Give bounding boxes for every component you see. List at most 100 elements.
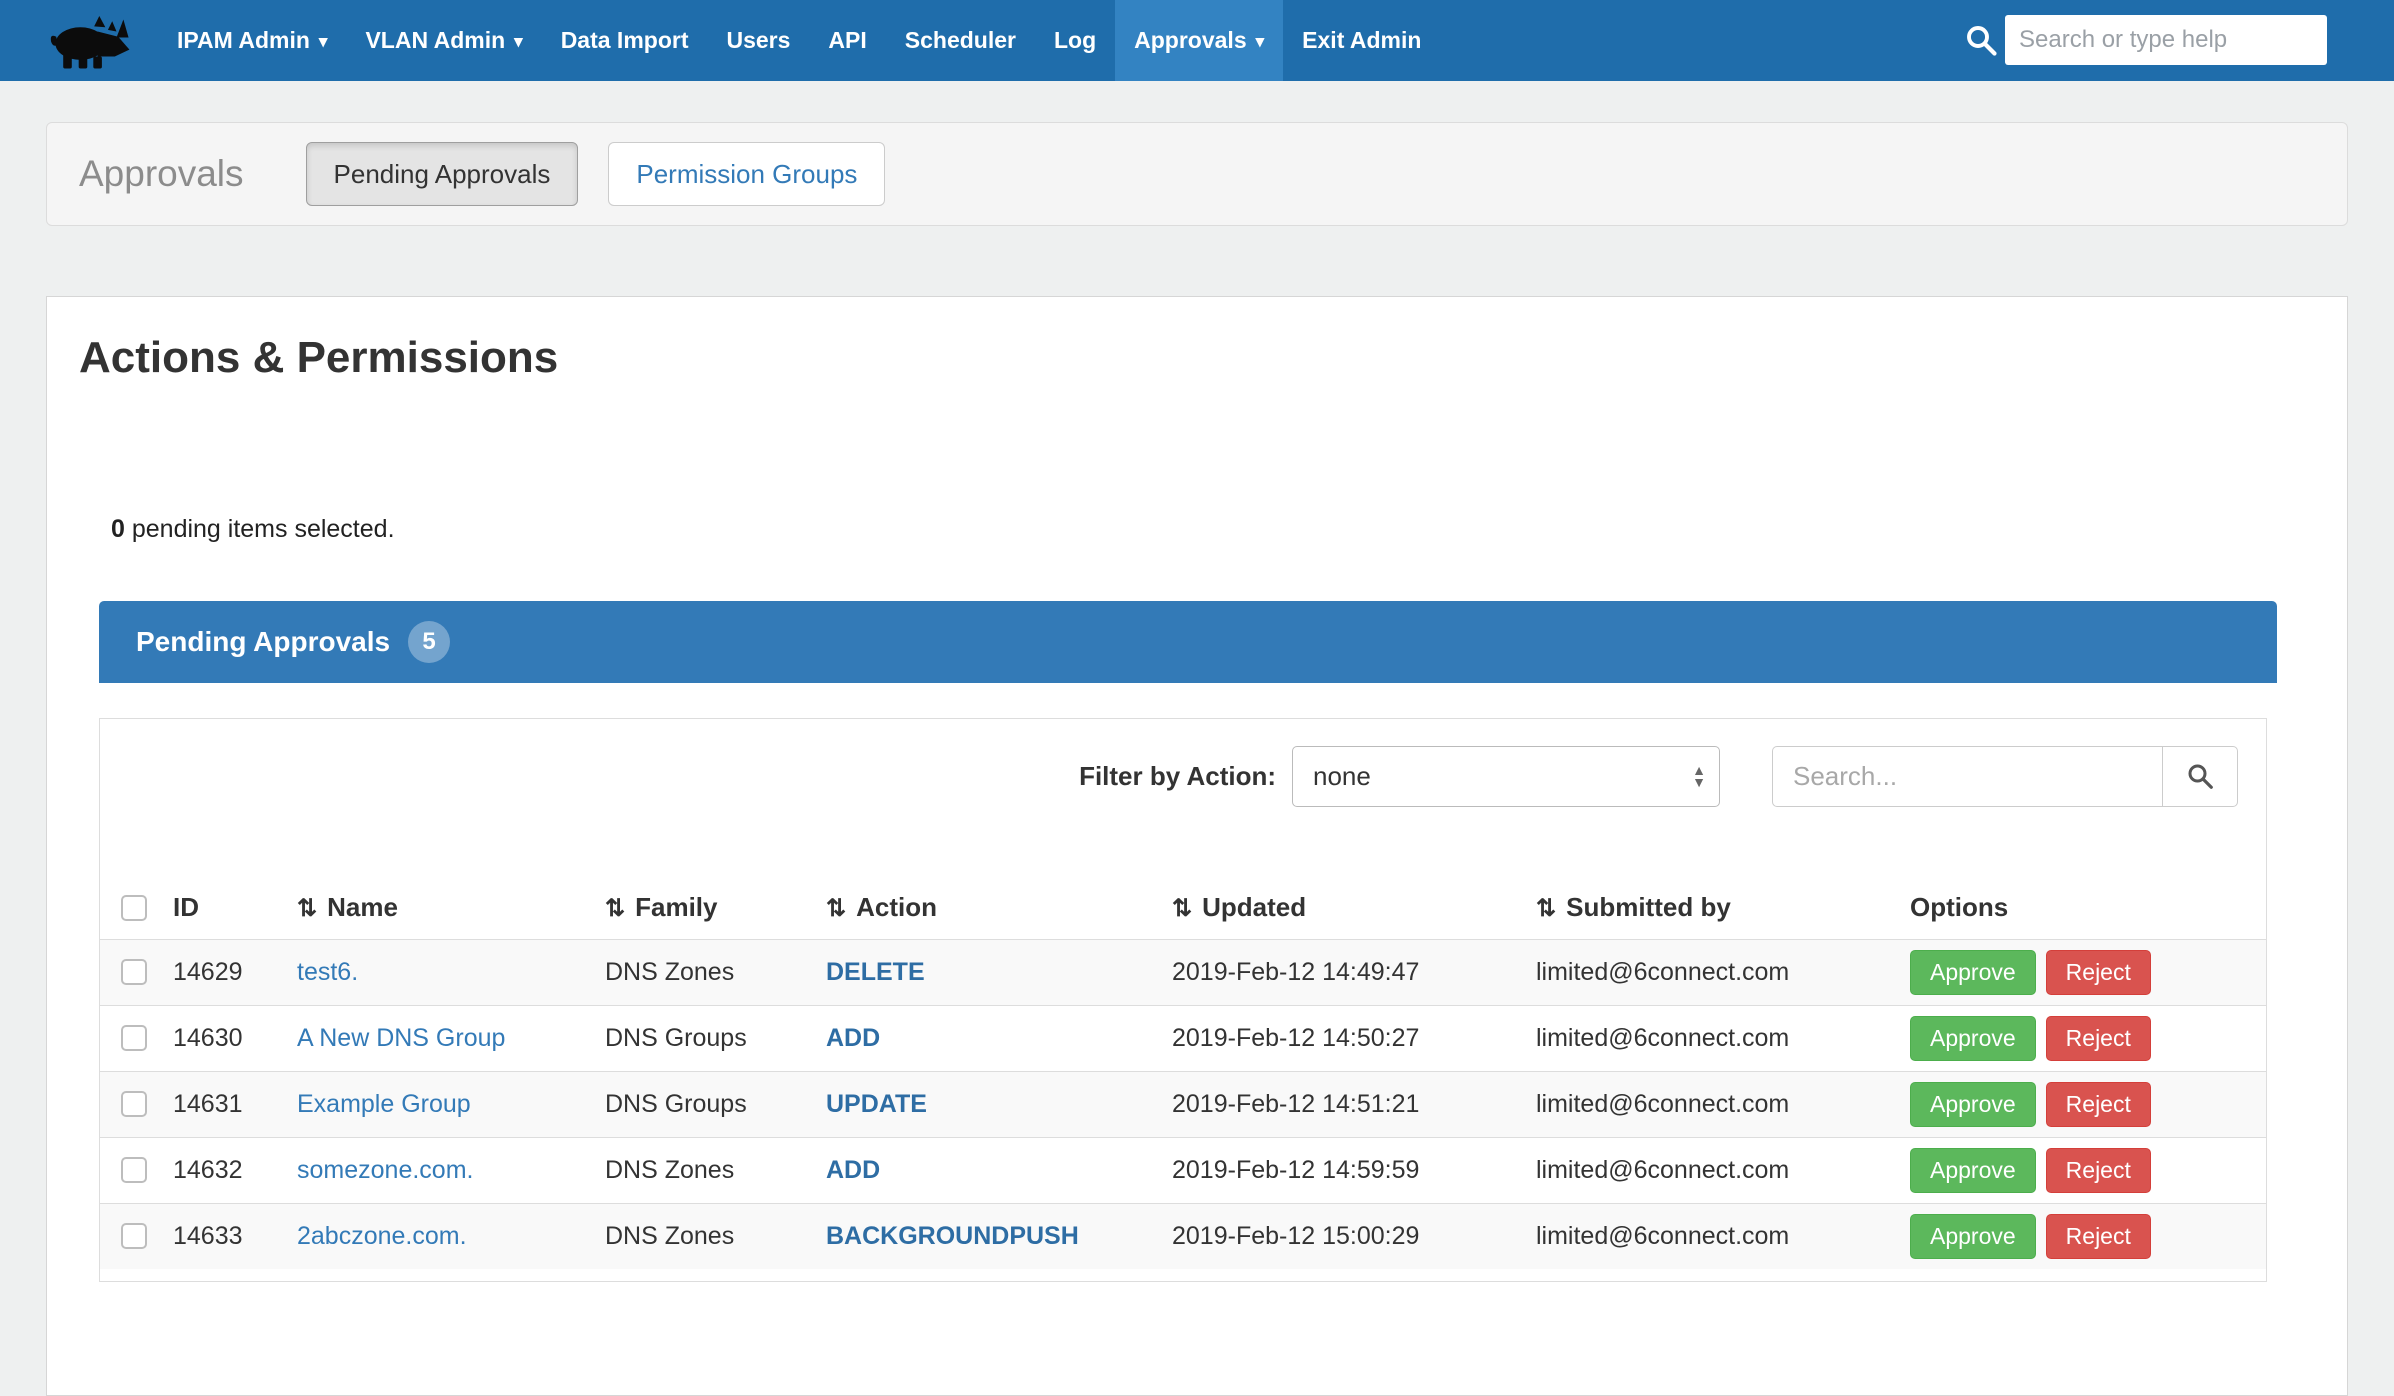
nav-item-log[interactable]: Log <box>1035 0 1115 81</box>
main-menu: IPAM Admin ▾ VLAN Admin ▾ Data Import Us… <box>158 0 1440 81</box>
row-checkbox[interactable] <box>121 959 147 985</box>
cell-submitted-by: limited@6connect.com <box>1536 1005 1910 1071</box>
filter-row: Filter by Action: none ▲▼ <box>100 719 2266 833</box>
approval-name-link[interactable]: Example Group <box>297 1090 471 1118</box>
actions-permissions-panel: Actions & Permissions 0 pending items se… <box>46 296 2348 1396</box>
nav-item-ipam-admin[interactable]: IPAM Admin ▾ <box>158 0 346 81</box>
cell-action: BACKGROUNDPUSH <box>826 1203 1172 1269</box>
search-icon[interactable] <box>1963 22 1999 58</box>
approve-button[interactable]: Approve <box>1910 1082 2036 1127</box>
reject-button[interactable]: Reject <box>2046 1082 2151 1127</box>
sort-icon: ⇅ <box>1172 895 1192 922</box>
cell-updated: 2019-Feb-12 15:00:29 <box>1172 1203 1536 1269</box>
row-checkbox[interactable] <box>121 1091 147 1117</box>
cell-id: 14629 <box>173 939 297 1005</box>
nav-item-exit-admin[interactable]: Exit Admin <box>1283 0 1440 81</box>
cell-action: DELETE <box>826 939 1172 1005</box>
pending-approvals-table: ID ⇅Name ⇅Family ⇅Action ⇅Updated ⇅Submi… <box>100 877 2266 1269</box>
approve-button[interactable]: Approve <box>1910 1214 2036 1259</box>
select-arrows-icon: ▲▼ <box>1692 764 1706 788</box>
table-row: 14632 somezone.com. DNS Zones ADD 2019-F… <box>100 1137 2266 1203</box>
nav-item-data-import[interactable]: Data Import <box>542 0 708 81</box>
approve-button[interactable]: Approve <box>1910 950 2036 995</box>
select-all-checkbox[interactable] <box>121 895 147 921</box>
col-header-updated[interactable]: ⇅Updated <box>1172 877 1536 939</box>
reject-button[interactable]: Reject <box>2046 950 2151 995</box>
row-checkbox[interactable] <box>121 1025 147 1051</box>
approval-name-link[interactable]: A New DNS Group <box>297 1024 505 1052</box>
reject-button[interactable]: Reject <box>2046 1148 2151 1193</box>
table-search-input[interactable] <box>1772 746 2162 807</box>
tab-pending-approvals[interactable]: Pending Approvals <box>306 142 579 206</box>
table-row: 14630 A New DNS Group DNS Groups ADD 201… <box>100 1005 2266 1071</box>
search-icon <box>2185 761 2215 791</box>
col-header-submitted-by[interactable]: ⇅Submitted by <box>1536 877 1910 939</box>
nav-item-users[interactable]: Users <box>707 0 809 81</box>
cell-family: DNS Zones <box>605 1137 826 1203</box>
col-header-family[interactable]: ⇅Family <box>605 877 826 939</box>
sort-icon: ⇅ <box>297 895 317 922</box>
cell-family: DNS Groups <box>605 1071 826 1137</box>
page-header: Approvals Pending Approvals Permission G… <box>46 122 2348 226</box>
row-checkbox[interactable] <box>121 1223 147 1249</box>
chevron-down-icon: ▾ <box>1256 32 1265 52</box>
action-filter-select[interactable]: none ▲▼ <box>1292 746 1720 807</box>
table-search-button[interactable] <box>2162 746 2238 807</box>
table-row: 14631 Example Group DNS Groups UPDATE 20… <box>100 1071 2266 1137</box>
global-search-input[interactable] <box>2005 15 2327 65</box>
cell-updated: 2019-Feb-12 14:49:47 <box>1172 939 1536 1005</box>
sort-icon: ⇅ <box>826 895 846 922</box>
count-badge: 5 <box>408 621 450 663</box>
cell-updated: 2019-Feb-12 14:59:59 <box>1172 1137 1536 1203</box>
nav-item-approvals[interactable]: Approvals ▾ <box>1115 0 1283 81</box>
row-checkbox[interactable] <box>121 1157 147 1183</box>
selected-count-text: 0 pending items selected. <box>111 515 395 544</box>
filter-label: Filter by Action: <box>1079 761 1276 792</box>
cell-id: 14633 <box>173 1203 297 1269</box>
cell-submitted-by: limited@6connect.com <box>1536 1203 1910 1269</box>
top-navbar: IPAM Admin ▾ VLAN Admin ▾ Data Import Us… <box>0 0 2394 81</box>
approve-button[interactable]: Approve <box>1910 1016 2036 1061</box>
cell-id: 14632 <box>173 1137 297 1203</box>
approve-button[interactable]: Approve <box>1910 1148 2036 1193</box>
cell-id: 14630 <box>173 1005 297 1071</box>
cell-updated: 2019-Feb-12 14:51:21 <box>1172 1071 1536 1137</box>
cell-action: ADD <box>826 1137 1172 1203</box>
cell-action: UPDATE <box>826 1071 1172 1137</box>
sort-icon: ⇅ <box>605 895 625 922</box>
sort-icon: ⇅ <box>1536 895 1556 922</box>
table-row: 14633 2abczone.com. DNS Zones BACKGROUND… <box>100 1203 2266 1269</box>
table-header-row: ID ⇅Name ⇅Family ⇅Action ⇅Updated ⇅Submi… <box>100 877 2266 939</box>
nav-item-scheduler[interactable]: Scheduler <box>886 0 1035 81</box>
cell-family: DNS Groups <box>605 1005 826 1071</box>
reject-button[interactable]: Reject <box>2046 1016 2151 1061</box>
table-search <box>1772 746 2238 807</box>
selected-count: 0 <box>111 515 125 543</box>
tab-permission-groups[interactable]: Permission Groups <box>608 142 885 206</box>
approval-name-link[interactable]: 2abczone.com. <box>297 1222 467 1250</box>
cell-submitted-by: limited@6connect.com <box>1536 1137 1910 1203</box>
approval-name-link[interactable]: test6. <box>297 958 358 986</box>
cell-updated: 2019-Feb-12 14:50:27 <box>1172 1005 1536 1071</box>
provision-rhino-logo[interactable] <box>46 10 132 72</box>
page-title: Approvals <box>79 153 244 195</box>
cell-family: DNS Zones <box>605 939 826 1005</box>
cell-family: DNS Zones <box>605 1203 826 1269</box>
nav-item-vlan-admin[interactable]: VLAN Admin ▾ <box>346 0 541 81</box>
col-header-action[interactable]: ⇅Action <box>826 877 1172 939</box>
section-title: Actions & Permissions <box>79 333 558 383</box>
reject-button[interactable]: Reject <box>2046 1214 2151 1259</box>
cell-action: ADD <box>826 1005 1172 1071</box>
table-row: 14629 test6. DNS Zones DELETE 2019-Feb-1… <box>100 939 2266 1005</box>
approval-name-link[interactable]: somezone.com. <box>297 1156 473 1184</box>
rhino-icon <box>46 10 132 72</box>
nav-item-api[interactable]: API <box>809 0 885 81</box>
chevron-down-icon: ▾ <box>319 32 328 52</box>
navbar-search <box>1963 14 2327 66</box>
cell-id: 14631 <box>173 1071 297 1137</box>
cell-submitted-by: limited@6connect.com <box>1536 1071 1910 1137</box>
col-header-name[interactable]: ⇅Name <box>297 877 605 939</box>
cell-submitted-by: limited@6connect.com <box>1536 939 1910 1005</box>
col-header-options: Options <box>1910 877 2266 939</box>
pending-approvals-header: Pending Approvals 5 <box>99 601 2277 683</box>
